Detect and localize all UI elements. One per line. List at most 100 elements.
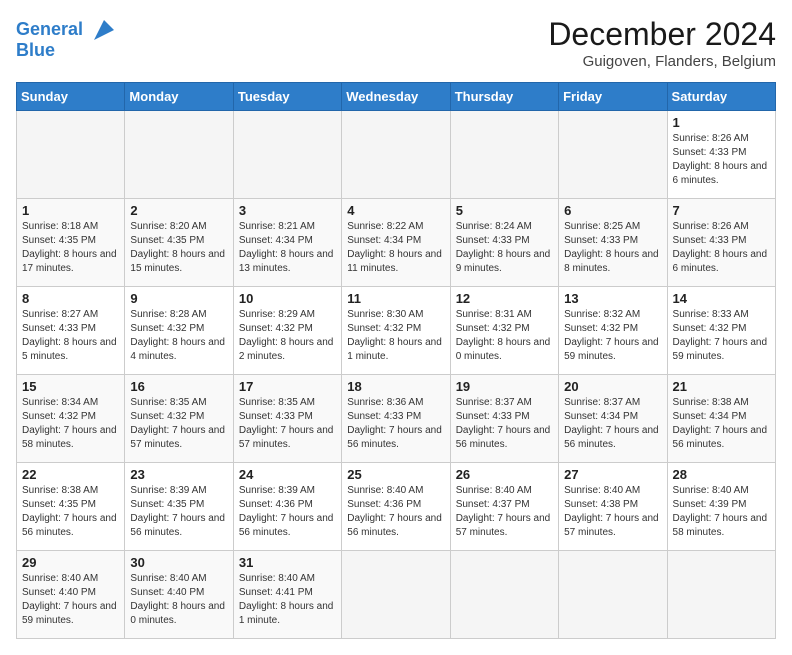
calendar-cell: 30 Sunrise: 8:40 AMSunset: 4:40 PMDaylig… bbox=[125, 551, 233, 639]
day-number: 7 bbox=[673, 203, 770, 218]
calendar-week-row: 8 Sunrise: 8:27 AMSunset: 4:33 PMDayligh… bbox=[17, 287, 776, 375]
calendar-cell bbox=[233, 111, 341, 199]
day-info: Sunrise: 8:33 AMSunset: 4:32 PMDaylight:… bbox=[673, 308, 770, 364]
calendar-cell: 17 Sunrise: 8:35 AMSunset: 4:33 PMDaylig… bbox=[233, 375, 341, 463]
calendar-cell: 25 Sunrise: 8:40 AMSunset: 4:36 PMDaylig… bbox=[342, 463, 450, 551]
day-number: 1 bbox=[673, 115, 770, 130]
day-number: 2 bbox=[130, 203, 227, 218]
calendar-cell: 9 Sunrise: 8:28 AMSunset: 4:32 PMDayligh… bbox=[125, 287, 233, 375]
day-number: 19 bbox=[456, 379, 553, 394]
day-number: 21 bbox=[673, 379, 770, 394]
calendar-cell: 11 Sunrise: 8:30 AMSunset: 4:32 PMDaylig… bbox=[342, 287, 450, 375]
day-info: Sunrise: 8:22 AMSunset: 4:34 PMDaylight:… bbox=[347, 220, 444, 276]
day-number: 16 bbox=[130, 379, 227, 394]
day-number: 10 bbox=[239, 291, 336, 306]
day-info: Sunrise: 8:37 AMSunset: 4:33 PMDaylight:… bbox=[456, 396, 553, 452]
calendar-cell: 13 Sunrise: 8:32 AMSunset: 4:32 PMDaylig… bbox=[559, 287, 667, 375]
day-number: 17 bbox=[239, 379, 336, 394]
calendar-cell: 3 Sunrise: 8:21 AMSunset: 4:34 PMDayligh… bbox=[233, 199, 341, 287]
calendar-cell: 1 Sunrise: 8:26 AMSunset: 4:33 PMDayligh… bbox=[667, 111, 775, 199]
calendar-cell bbox=[559, 551, 667, 639]
calendar-cell bbox=[342, 111, 450, 199]
day-info: Sunrise: 8:30 AMSunset: 4:32 PMDaylight:… bbox=[347, 308, 444, 364]
day-info: Sunrise: 8:38 AMSunset: 4:35 PMDaylight:… bbox=[22, 484, 119, 540]
weekday-header-row: SundayMondayTuesdayWednesdayThursdayFrid… bbox=[17, 83, 776, 111]
calendar-cell bbox=[450, 111, 558, 199]
calendar-cell: 19 Sunrise: 8:37 AMSunset: 4:33 PMDaylig… bbox=[450, 375, 558, 463]
day-info: Sunrise: 8:35 AMSunset: 4:32 PMDaylight:… bbox=[130, 396, 227, 452]
weekday-header-friday: Friday bbox=[559, 83, 667, 111]
calendar-cell: 5 Sunrise: 8:24 AMSunset: 4:33 PMDayligh… bbox=[450, 199, 558, 287]
calendar-cell: 16 Sunrise: 8:35 AMSunset: 4:32 PMDaylig… bbox=[125, 375, 233, 463]
calendar-week-row: 15 Sunrise: 8:34 AMSunset: 4:32 PMDaylig… bbox=[17, 375, 776, 463]
calendar-week-row: 1 Sunrise: 8:26 AMSunset: 4:33 PMDayligh… bbox=[17, 111, 776, 199]
calendar-cell: 24 Sunrise: 8:39 AMSunset: 4:36 PMDaylig… bbox=[233, 463, 341, 551]
calendar-cell: 27 Sunrise: 8:40 AMSunset: 4:38 PMDaylig… bbox=[559, 463, 667, 551]
day-number: 30 bbox=[130, 555, 227, 570]
day-info: Sunrise: 8:40 AMSunset: 4:39 PMDaylight:… bbox=[673, 484, 770, 540]
calendar-cell: 26 Sunrise: 8:40 AMSunset: 4:37 PMDaylig… bbox=[450, 463, 558, 551]
logo-icon bbox=[90, 16, 118, 44]
weekday-header-monday: Monday bbox=[125, 83, 233, 111]
day-info: Sunrise: 8:24 AMSunset: 4:33 PMDaylight:… bbox=[456, 220, 553, 276]
day-info: Sunrise: 8:34 AMSunset: 4:32 PMDaylight:… bbox=[22, 396, 119, 452]
day-info: Sunrise: 8:27 AMSunset: 4:33 PMDaylight:… bbox=[22, 308, 119, 364]
day-info: Sunrise: 8:20 AMSunset: 4:35 PMDaylight:… bbox=[130, 220, 227, 276]
calendar-cell: 7 Sunrise: 8:26 AMSunset: 4:33 PMDayligh… bbox=[667, 199, 775, 287]
day-number: 29 bbox=[22, 555, 119, 570]
day-number: 18 bbox=[347, 379, 444, 394]
title-block: December 2024 Guigoven, Flanders, Belgiu… bbox=[548, 16, 776, 70]
day-number: 25 bbox=[347, 467, 444, 482]
day-number: 5 bbox=[456, 203, 553, 218]
day-info: Sunrise: 8:26 AMSunset: 4:33 PMDaylight:… bbox=[673, 132, 770, 188]
day-number: 15 bbox=[22, 379, 119, 394]
day-info: Sunrise: 8:29 AMSunset: 4:32 PMDaylight:… bbox=[239, 308, 336, 364]
month-title: December 2024 bbox=[548, 16, 776, 53]
page-header: General Blue December 2024 Guigoven, Fla… bbox=[16, 16, 776, 70]
day-number: 4 bbox=[347, 203, 444, 218]
calendar-cell bbox=[450, 551, 558, 639]
day-info: Sunrise: 8:39 AMSunset: 4:35 PMDaylight:… bbox=[130, 484, 227, 540]
day-info: Sunrise: 8:40 AMSunset: 4:38 PMDaylight:… bbox=[564, 484, 661, 540]
day-info: Sunrise: 8:40 AMSunset: 4:37 PMDaylight:… bbox=[456, 484, 553, 540]
calendar-cell bbox=[342, 551, 450, 639]
weekday-header-thursday: Thursday bbox=[450, 83, 558, 111]
calendar-cell: 22 Sunrise: 8:38 AMSunset: 4:35 PMDaylig… bbox=[17, 463, 125, 551]
day-number: 9 bbox=[130, 291, 227, 306]
day-info: Sunrise: 8:40 AMSunset: 4:36 PMDaylight:… bbox=[347, 484, 444, 540]
calendar-cell: 10 Sunrise: 8:29 AMSunset: 4:32 PMDaylig… bbox=[233, 287, 341, 375]
location: Guigoven, Flanders, Belgium bbox=[548, 53, 776, 70]
calendar-week-row: 29 Sunrise: 8:40 AMSunset: 4:40 PMDaylig… bbox=[17, 551, 776, 639]
day-info: Sunrise: 8:18 AMSunset: 4:35 PMDaylight:… bbox=[22, 220, 119, 276]
weekday-header-tuesday: Tuesday bbox=[233, 83, 341, 111]
calendar-cell: 18 Sunrise: 8:36 AMSunset: 4:33 PMDaylig… bbox=[342, 375, 450, 463]
calendar-cell: 2 Sunrise: 8:20 AMSunset: 4:35 PMDayligh… bbox=[125, 199, 233, 287]
logo: General Blue bbox=[16, 16, 118, 61]
calendar-cell: 1 Sunrise: 8:18 AMSunset: 4:35 PMDayligh… bbox=[17, 199, 125, 287]
day-number: 11 bbox=[347, 291, 444, 306]
day-info: Sunrise: 8:37 AMSunset: 4:34 PMDaylight:… bbox=[564, 396, 661, 452]
day-info: Sunrise: 8:39 AMSunset: 4:36 PMDaylight:… bbox=[239, 484, 336, 540]
day-info: Sunrise: 8:36 AMSunset: 4:33 PMDaylight:… bbox=[347, 396, 444, 452]
day-info: Sunrise: 8:21 AMSunset: 4:34 PMDaylight:… bbox=[239, 220, 336, 276]
day-number: 20 bbox=[564, 379, 661, 394]
day-number: 6 bbox=[564, 203, 661, 218]
day-number: 1 bbox=[22, 203, 119, 218]
day-number: 3 bbox=[239, 203, 336, 218]
day-number: 14 bbox=[673, 291, 770, 306]
calendar-cell: 20 Sunrise: 8:37 AMSunset: 4:34 PMDaylig… bbox=[559, 375, 667, 463]
calendar-cell bbox=[125, 111, 233, 199]
day-number: 22 bbox=[22, 467, 119, 482]
calendar-cell: 23 Sunrise: 8:39 AMSunset: 4:35 PMDaylig… bbox=[125, 463, 233, 551]
day-number: 12 bbox=[456, 291, 553, 306]
day-info: Sunrise: 8:25 AMSunset: 4:33 PMDaylight:… bbox=[564, 220, 661, 276]
day-number: 13 bbox=[564, 291, 661, 306]
calendar-cell: 31 Sunrise: 8:40 AMSunset: 4:41 PMDaylig… bbox=[233, 551, 341, 639]
calendar-cell: 8 Sunrise: 8:27 AMSunset: 4:33 PMDayligh… bbox=[17, 287, 125, 375]
calendar-week-row: 1 Sunrise: 8:18 AMSunset: 4:35 PMDayligh… bbox=[17, 199, 776, 287]
weekday-header-saturday: Saturday bbox=[667, 83, 775, 111]
day-info: Sunrise: 8:31 AMSunset: 4:32 PMDaylight:… bbox=[456, 308, 553, 364]
day-number: 27 bbox=[564, 467, 661, 482]
day-number: 26 bbox=[456, 467, 553, 482]
calendar-week-row: 22 Sunrise: 8:38 AMSunset: 4:35 PMDaylig… bbox=[17, 463, 776, 551]
